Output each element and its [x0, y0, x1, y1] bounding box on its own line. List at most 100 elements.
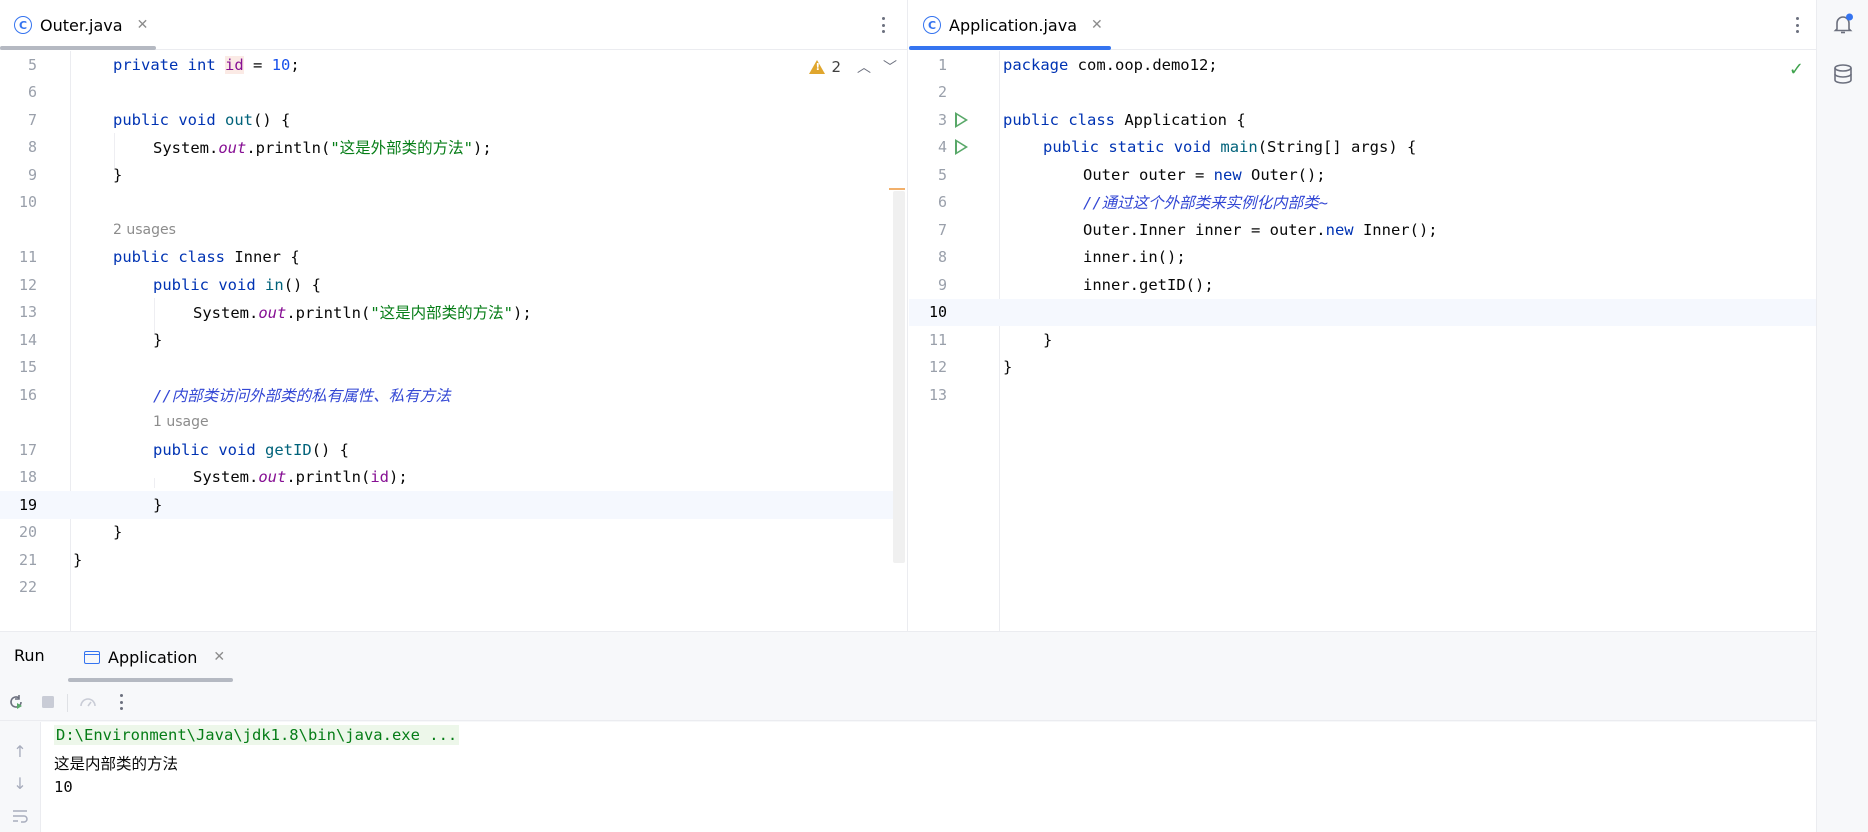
more-options-icon[interactable] — [1792, 14, 1802, 36]
line-number: 13 — [18, 303, 37, 322]
code-line: 7 Outer.Inner inner = outer.new Inner(); — [909, 216, 1816, 244]
code-text: } — [1003, 358, 1013, 377]
code-text: inner.getID(); — [1083, 275, 1214, 294]
class-c-icon: C — [923, 16, 941, 34]
code-text: public void out() { — [113, 110, 291, 129]
run-gutter-icon[interactable] — [955, 111, 968, 128]
code-line: 3 public class Application { — [909, 106, 1816, 134]
code-text: } — [113, 523, 123, 542]
line-number: 21 — [18, 550, 37, 569]
code-text: System.out.println("这是内部类的方法"); — [193, 304, 532, 323]
code-text: public void getID() { — [153, 440, 350, 459]
application-config-icon — [84, 650, 100, 664]
console-output-line: 10 — [54, 778, 73, 796]
current-code-line: 19 } — [0, 491, 893, 519]
line-number: 5 — [937, 165, 947, 184]
rerun-icon[interactable] — [6, 692, 26, 712]
line-number: 9 — [937, 275, 947, 294]
close-icon[interactable]: ✕ — [213, 649, 225, 665]
more-options-icon[interactable] — [116, 691, 126, 713]
usages-hint[interactable]: 2 usages — [113, 222, 176, 238]
code-line: 1 package com.oop.demo12; — [909, 51, 1816, 79]
line-number: 5 — [27, 55, 37, 74]
tab-label: Application.java — [949, 15, 1078, 35]
code-line: 15 — [0, 354, 907, 382]
line-number: 18 — [18, 468, 37, 487]
code-text: Outer outer = new Outer(); — [1083, 165, 1326, 184]
code-line: 8 inner.in(); — [909, 244, 1816, 272]
code-text: public void in() { — [153, 275, 322, 294]
code-line: 16 //内部类访问外部类的私有属性、私有方法 — [0, 381, 907, 409]
code-line: 20 } — [0, 519, 907, 547]
run-window-title: Run — [14, 646, 45, 665]
line-number: 2 — [937, 83, 947, 102]
line-number: 7 — [27, 110, 37, 129]
database-icon[interactable] — [1831, 62, 1855, 86]
notifications-bell-icon[interactable] — [1831, 12, 1855, 36]
profiler-icon[interactable] — [78, 692, 98, 712]
line-number: 1 — [937, 55, 947, 74]
line-number: 8 — [937, 248, 947, 267]
run-gutter-icon[interactable] — [955, 139, 968, 155]
down-arrow-icon[interactable]: ↓ — [10, 774, 30, 794]
code-line: 14 } — [0, 326, 907, 354]
stop-icon[interactable] — [38, 692, 58, 712]
tab-active-indicator — [909, 46, 1111, 50]
run-tab-label: Application — [108, 647, 198, 667]
tab-application-java[interactable]: C Application.java ✕ — [923, 0, 1103, 50]
code-text: } — [1043, 330, 1053, 349]
code-text: } — [73, 550, 83, 569]
code-line: 7 public void out() { — [0, 106, 907, 134]
more-options-icon[interactable] — [878, 14, 888, 36]
class-c-icon: C — [14, 16, 32, 34]
comment-text: //内部类访问外部类的私有属性、私有方法 — [153, 386, 451, 405]
outer-java-editor[interactable]: 2 ︿ ﹀ 5 private int id = 10; 6 7 public … — [0, 51, 907, 631]
code-text: } — [153, 495, 163, 514]
line-number: 11 — [928, 330, 947, 349]
usage-hint-line: 2 usages — [0, 216, 907, 244]
code-line: 6 — [0, 79, 907, 107]
line-number: 16 — [18, 385, 37, 404]
comment-text: //通过这个外部类来实例化内部类~ — [1083, 194, 1328, 213]
code-text: public class Inner { — [113, 248, 300, 267]
code-text: Outer.Inner inner = outer.new Inner(); — [1083, 220, 1438, 239]
code-line: 12 } — [909, 354, 1816, 382]
code-line: 12 public void in() { — [0, 271, 907, 299]
run-tab-application[interactable]: Application ✕ — [84, 632, 225, 682]
line-number: 13 — [928, 385, 947, 404]
up-arrow-icon[interactable]: ↑ — [10, 742, 30, 762]
code-text: } — [153, 330, 163, 349]
right-tab-bar: C Application.java ✕ — [909, 0, 1816, 50]
console-command-line[interactable]: D:\Environment\Java\jdk1.8\bin\java.exe … — [54, 725, 460, 745]
code-line: 5 Outer outer = new Outer(); — [909, 161, 1816, 189]
right-editor-pane: C Application.java ✕ ✓ 1 package com.oop… — [909, 0, 1816, 631]
soft-wrap-icon[interactable] — [10, 806, 30, 826]
line-number: 20 — [18, 523, 37, 542]
usages-hint[interactable]: 1 usage — [153, 414, 209, 430]
tab-outer-java[interactable]: C Outer.java ✕ — [14, 0, 148, 50]
line-number: 12 — [18, 275, 37, 294]
console-output[interactable]: D:\Environment\Java\jdk1.8\bin\java.exe … — [40, 722, 1816, 832]
code-line: 10 — [0, 189, 907, 217]
console-output-line: 这是内部类的方法 — [54, 755, 179, 773]
code-line: 22 — [0, 574, 907, 602]
toolbar-separator — [67, 694, 68, 712]
left-tab-bar: C Outer.java ✕ — [0, 0, 907, 50]
line-number: 8 — [27, 138, 37, 157]
code-text: inner.in(); — [1083, 248, 1186, 267]
application-java-editor[interactable]: ✓ 1 package com.oop.demo12; 2 3 public c… — [909, 51, 1816, 631]
code-text: System.out.println(id); — [193, 468, 408, 487]
line-number: 19 — [18, 495, 37, 514]
code-line: 9 } — [0, 161, 907, 189]
code-line: 13 System.out.println("这是内部类的方法"); — [0, 299, 907, 327]
close-icon[interactable]: ✕ — [1091, 17, 1103, 33]
usage-hint-line: 1 usage — [0, 409, 907, 437]
run-toolbar — [0, 683, 1816, 721]
close-icon[interactable]: ✕ — [137, 17, 149, 33]
tab-label: Outer.java — [40, 15, 123, 35]
line-number: 7 — [937, 220, 947, 239]
code-line: 11 public class Inner { — [0, 244, 907, 272]
code-text: package com.oop.demo12; — [1003, 55, 1218, 74]
code-line: 17 public void getID() { — [0, 436, 907, 464]
line-number: 6 — [937, 193, 947, 212]
